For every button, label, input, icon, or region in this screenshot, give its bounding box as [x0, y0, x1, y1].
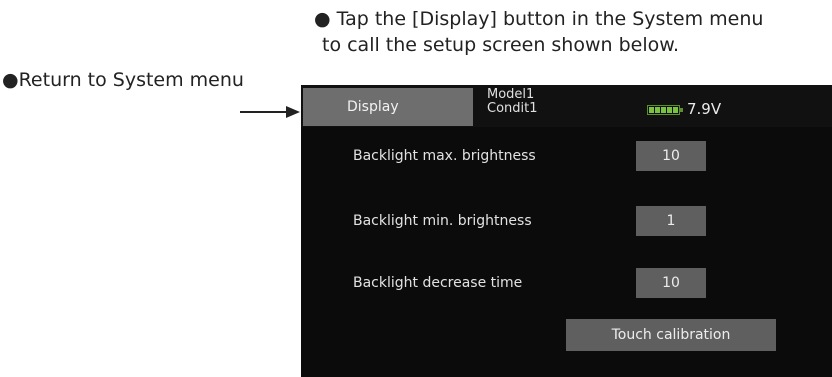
backlight-max-brightness-label: Backlight max. brightness	[353, 148, 536, 164]
instruction-line-1: ● Tap the [Display] button in the System…	[314, 8, 764, 30]
model-name: Model1	[487, 87, 535, 102]
model-info: Model1 Condit1	[487, 88, 538, 116]
battery-icon	[647, 105, 683, 115]
return-note: ●Return to System menu	[2, 69, 244, 91]
screen-header: Display Model1 Condit1 7.9V	[301, 85, 832, 127]
arrow-right-icon	[240, 106, 300, 118]
backlight-min-brightness-value[interactable]: 1	[636, 206, 706, 236]
display-return-button[interactable]: Display	[303, 88, 473, 126]
display-setup-screen: Display Model1 Condit1 7.9V Backlight ma…	[301, 85, 832, 377]
condition-name: Condit1	[487, 101, 538, 116]
battery-voltage: 7.9V	[687, 100, 722, 118]
touch-calibration-button[interactable]: Touch calibration	[566, 319, 776, 351]
backlight-decrease-time-label: Backlight decrease time	[353, 275, 523, 291]
instruction-line-2: to call the setup screen shown below.	[322, 34, 680, 56]
backlight-max-brightness-value[interactable]: 10	[636, 141, 706, 171]
instruction-text: ● Tap the [Display] button in the System…	[314, 6, 763, 58]
backlight-decrease-time-value[interactable]: 10	[636, 268, 706, 298]
backlight-min-brightness-label: Backlight min. brightness	[353, 213, 532, 229]
